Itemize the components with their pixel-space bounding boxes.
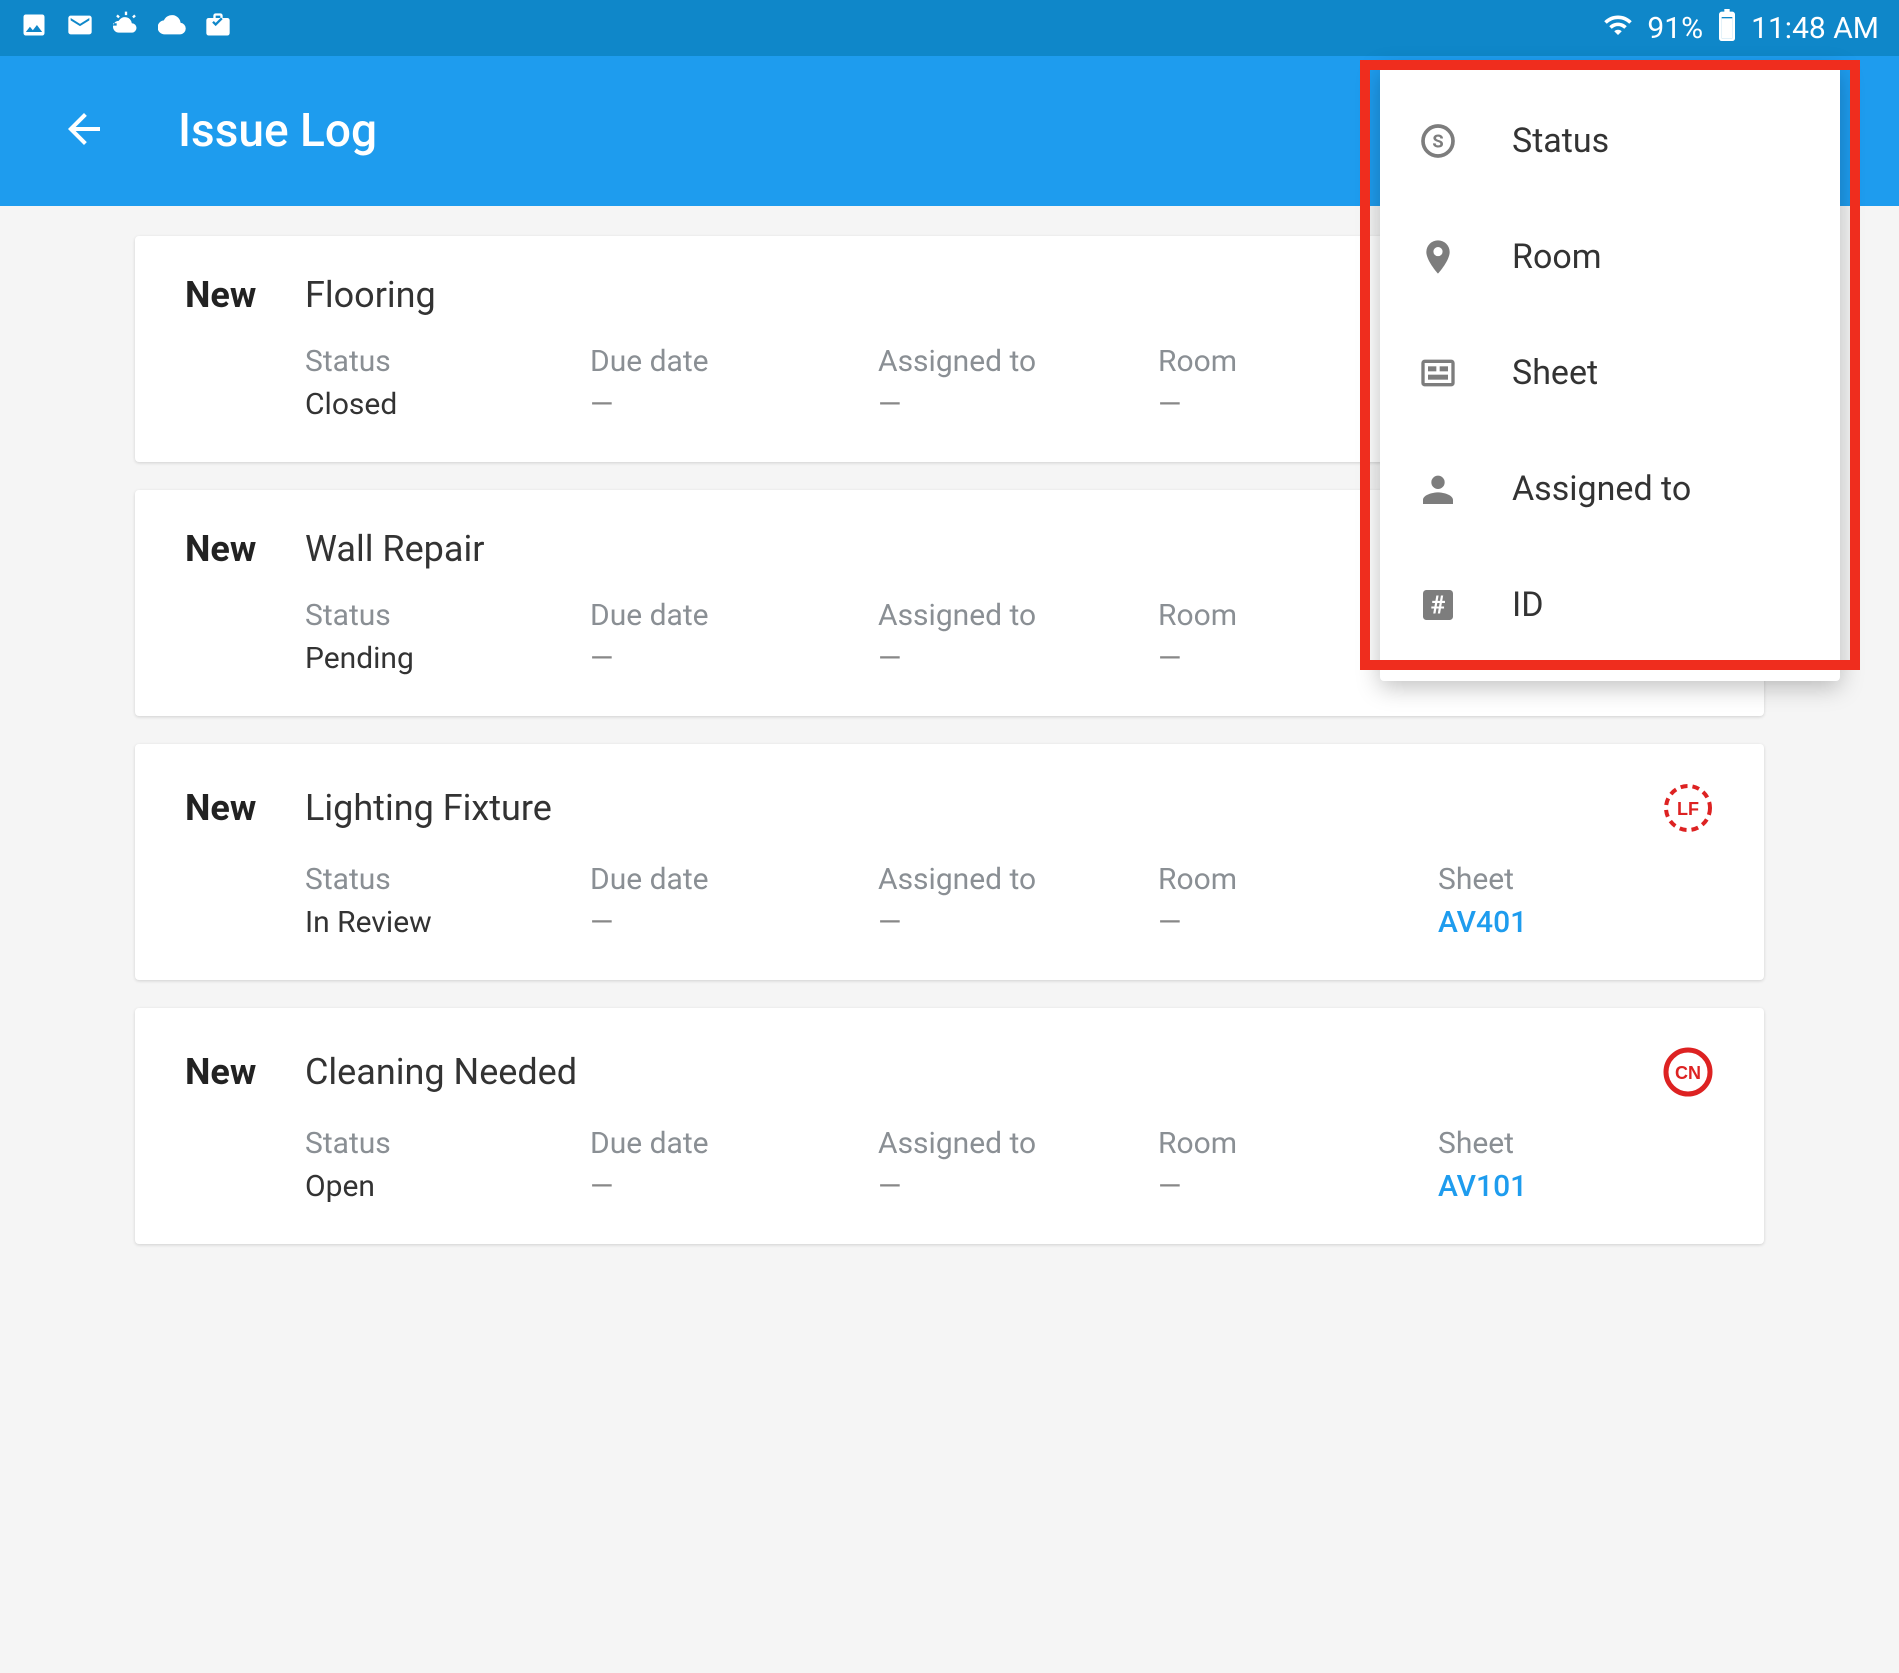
- menu-item-room[interactable]: Room: [1380, 199, 1840, 315]
- issue-title: Cleaning Needed: [305, 1051, 577, 1093]
- stamp-icon: CN: [1662, 1046, 1714, 1098]
- menu-label: Sheet: [1512, 353, 1598, 393]
- person-icon: [1416, 467, 1460, 511]
- issue-card[interactable]: New Lighting Fixture LF Status In Review…: [135, 744, 1764, 980]
- field-value-duedate: —: [590, 1169, 878, 1204]
- field-label-duedate: Due date: [590, 862, 878, 897]
- menu-item-sheet[interactable]: Sheet: [1380, 315, 1840, 431]
- stamp-icon: LF: [1662, 782, 1714, 834]
- image-icon: [20, 11, 48, 46]
- clock-time: 11:48 AM: [1751, 11, 1879, 46]
- sheet-link[interactable]: AV101: [1438, 1169, 1618, 1204]
- field-label-duedate: Due date: [590, 344, 878, 379]
- wifi-icon: [1603, 10, 1633, 47]
- field-label-assigned: Assigned to: [878, 598, 1158, 633]
- new-badge: New: [185, 1051, 305, 1093]
- battery-icon: [1717, 9, 1737, 48]
- field-value-room: —: [1158, 1169, 1438, 1204]
- field-label-sheet: Sheet: [1438, 862, 1618, 897]
- svg-text:LF: LF: [1677, 799, 1699, 819]
- menu-label: Room: [1512, 237, 1602, 277]
- field-label-duedate: Due date: [590, 598, 878, 633]
- field-label-assigned: Assigned to: [878, 862, 1158, 897]
- cloud-icon: [158, 11, 186, 46]
- pin-icon: [1416, 235, 1460, 279]
- back-arrow-icon[interactable]: [60, 105, 108, 157]
- field-label-status: Status: [305, 1126, 590, 1161]
- field-value-status: In Review: [305, 905, 590, 940]
- page-title: Issue Log: [178, 104, 377, 158]
- hash-icon: #: [1416, 583, 1460, 627]
- issue-title: Flooring: [305, 274, 436, 316]
- menu-item-id[interactable]: # ID: [1380, 547, 1840, 663]
- gmail-icon: [66, 11, 94, 46]
- svg-text:CN: CN: [1675, 1063, 1701, 1083]
- field-label-status: Status: [305, 862, 590, 897]
- sheet-link[interactable]: AV401: [1438, 905, 1618, 940]
- status-icons-left: [20, 11, 232, 46]
- battery-percent: 91%: [1647, 11, 1703, 46]
- menu-item-status[interactable]: S Status: [1380, 83, 1840, 199]
- menu-label: Status: [1512, 121, 1609, 161]
- field-value-assigned: —: [878, 641, 1158, 676]
- status-icons-right: 91% 11:48 AM: [1603, 9, 1879, 48]
- field-value-assigned: —: [878, 387, 1158, 422]
- field-label-status: Status: [305, 598, 590, 633]
- sheet-icon: [1416, 351, 1460, 395]
- field-value-status: Closed: [305, 387, 590, 422]
- field-label-duedate: Due date: [590, 1126, 878, 1161]
- status-circle-icon: S: [1416, 119, 1460, 163]
- android-status-bar: 91% 11:48 AM: [0, 0, 1899, 56]
- field-value-room: —: [1158, 905, 1438, 940]
- new-badge: New: [185, 787, 305, 829]
- field-label-room: Room: [1158, 1126, 1438, 1161]
- field-label-assigned: Assigned to: [878, 1126, 1158, 1161]
- field-value-assigned: —: [878, 1169, 1158, 1204]
- field-label-room: Room: [1158, 862, 1438, 897]
- weather-icon: [112, 11, 140, 46]
- menu-item-assigned[interactable]: Assigned to: [1380, 431, 1840, 547]
- field-value-status: Pending: [305, 641, 590, 676]
- svg-text:#: #: [1431, 591, 1446, 620]
- svg-text:S: S: [1432, 132, 1443, 153]
- menu-label: ID: [1512, 585, 1544, 625]
- new-badge: New: [185, 528, 305, 570]
- field-label-sheet: Sheet: [1438, 1126, 1618, 1161]
- issue-card[interactable]: New Cleaning Needed CN Status Open Due d…: [135, 1008, 1764, 1244]
- sort-menu: S Status Room Sheet Assigned to # ID: [1380, 65, 1840, 681]
- briefcase-icon: [204, 11, 232, 46]
- new-badge: New: [185, 274, 305, 316]
- field-value-assigned: —: [878, 905, 1158, 940]
- issue-title: Lighting Fixture: [305, 787, 552, 829]
- field-value-duedate: —: [590, 641, 878, 676]
- field-label-assigned: Assigned to: [878, 344, 1158, 379]
- field-value-status: Open: [305, 1169, 590, 1204]
- issue-title: Wall Repair: [305, 528, 484, 570]
- field-label-status: Status: [305, 344, 590, 379]
- field-value-duedate: —: [590, 905, 878, 940]
- field-value-duedate: —: [590, 387, 878, 422]
- menu-label: Assigned to: [1512, 469, 1691, 509]
